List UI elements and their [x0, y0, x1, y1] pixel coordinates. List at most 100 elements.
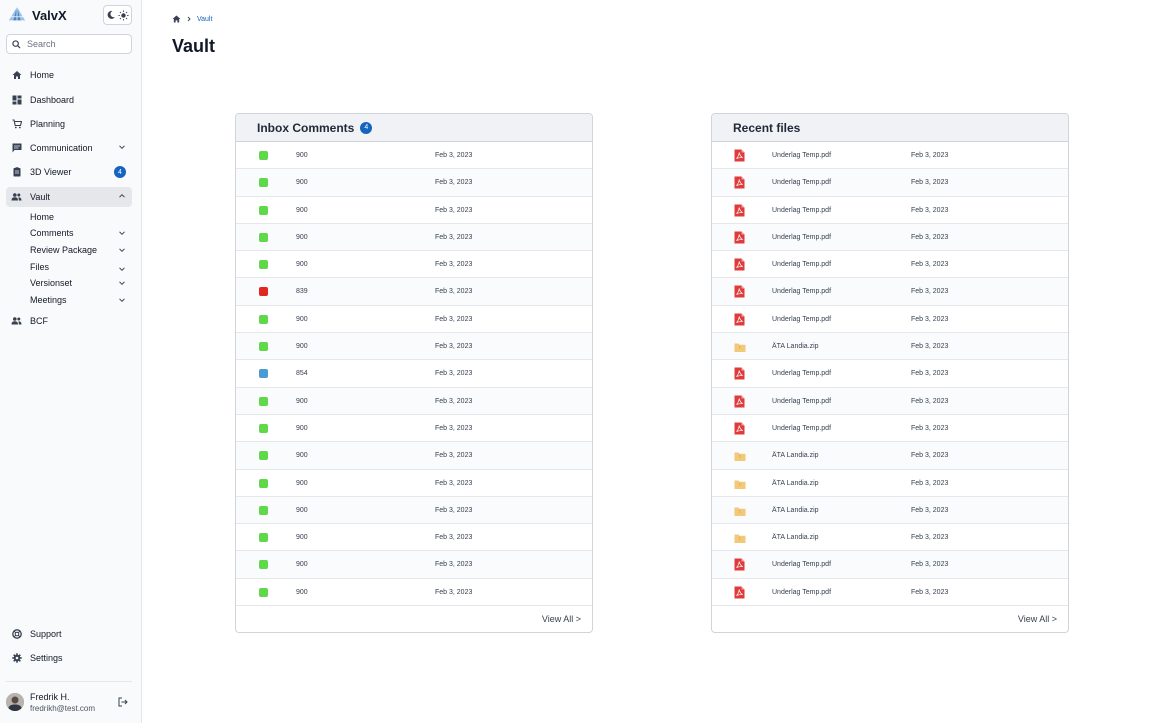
table-row[interactable]: 839 Feb 3, 2023	[236, 278, 592, 306]
table-row[interactable]: 900 Feb 3, 2023	[236, 551, 592, 579]
file-name[interactable]: ÄTA Landia.zip	[772, 534, 819, 541]
status-indicator-icon	[259, 423, 268, 433]
file-name[interactable]: Underlag Temp.pdf	[772, 261, 831, 268]
table-row[interactable]: Underlag Temp.pdf Feb 3, 2023	[712, 387, 1068, 415]
pdf-file-icon	[734, 176, 745, 189]
nav-3d-viewer[interactable]: 3D Viewer 4	[6, 162, 132, 182]
vault-sub-meetings[interactable]: Meetings	[30, 293, 132, 307]
table-row[interactable]: 900 Feb 3, 2023	[236, 169, 592, 197]
table-row[interactable]: Underlag Temp.pdf Feb 3, 2023	[712, 551, 1068, 579]
comment-code: 854	[296, 370, 308, 378]
file-name[interactable]: ÄTA Landia.zip	[772, 343, 819, 350]
table-row[interactable]: 900 Feb 3, 2023	[236, 306, 592, 334]
table-row[interactable]: 900 Feb 3, 2023	[236, 333, 592, 361]
logout-icon[interactable]	[118, 697, 128, 707]
file-name[interactable]: ÄTA Landia.zip	[772, 507, 819, 514]
file-name[interactable]: Underlag Temp.pdf	[772, 288, 831, 295]
table-row[interactable]: Underlag Temp.pdf Feb 3, 2023	[712, 360, 1068, 388]
breadcrumb-current[interactable]: Vault	[197, 16, 212, 23]
file-date: Feb 3, 2023	[911, 288, 949, 296]
table-row[interactable]: ÄTA Landia.zip Feb 3, 2023	[712, 470, 1068, 497]
status-indicator-icon	[259, 451, 268, 461]
user-name: Fredrik H.	[30, 692, 70, 702]
status-indicator-icon	[259, 505, 268, 515]
pdf-file-icon	[734, 204, 745, 217]
file-name[interactable]: Underlag Temp.pdf	[772, 207, 831, 214]
file-name[interactable]: Underlag Temp.pdf	[772, 425, 831, 432]
comment-code: 900	[296, 506, 308, 514]
search-input[interactable]	[27, 39, 117, 49]
vault-sub-review-package[interactable]: Review Package	[30, 243, 132, 257]
table-row[interactable]: 854 Feb 3, 2023	[236, 360, 592, 388]
comment-date: Feb 3, 2023	[435, 233, 473, 241]
nav-home-label: Home	[30, 70, 55, 80]
vault-sub-home[interactable]: Home	[30, 210, 132, 224]
file-name[interactable]: Underlag Temp.pdf	[772, 152, 831, 159]
table-row[interactable]: 900 Feb 3, 2023	[236, 524, 592, 552]
file-name[interactable]: ÄTA Landia.zip	[772, 452, 819, 459]
table-row[interactable]: 900 Feb 3, 2023	[236, 251, 592, 279]
table-row[interactable]: Underlag Temp.pdf Feb 3, 2023	[712, 223, 1068, 252]
file-name[interactable]: Underlag Temp.pdf	[772, 316, 831, 323]
comment-code: 900	[296, 534, 308, 542]
file-name[interactable]: Underlag Temp.pdf	[772, 370, 831, 377]
breadcrumb: Vault	[172, 15, 212, 23]
vault-sub-comments-label: Comments	[30, 228, 74, 238]
inbox-view-all-link[interactable]: View All >	[542, 614, 581, 624]
table-row[interactable]: Underlag Temp.pdf Feb 3, 2023	[712, 415, 1068, 443]
file-date: Feb 3, 2023	[911, 233, 949, 241]
table-row[interactable]: Underlag Temp.pdf Feb 3, 2023	[712, 251, 1068, 279]
table-row[interactable]: 900 Feb 3, 2023	[236, 579, 592, 607]
nav-communication[interactable]: Communication	[6, 138, 132, 158]
pdf-file-icon	[734, 285, 745, 298]
nav-bcf[interactable]: BCF	[6, 311, 132, 331]
table-row[interactable]: 900 Feb 3, 2023	[236, 470, 592, 497]
vault-sub-versionset[interactable]: Versionset	[30, 276, 132, 290]
table-row[interactable]: Underlag Temp.pdf Feb 3, 2023	[712, 278, 1068, 306]
table-row[interactable]: 900 Feb 3, 2023	[236, 387, 592, 415]
file-name[interactable]: Underlag Temp.pdf	[772, 561, 831, 568]
brand[interactable]: ValvX	[8, 6, 67, 24]
table-row[interactable]: 900 Feb 3, 2023	[236, 442, 592, 470]
comment-date: Feb 3, 2023	[435, 506, 473, 514]
comment-date: Feb 3, 2023	[435, 424, 473, 432]
nav-vault[interactable]: Vault	[6, 187, 132, 207]
table-row[interactable]: 900 Feb 3, 2023	[236, 496, 592, 525]
nav-planning[interactable]: Planning	[6, 114, 132, 134]
file-name[interactable]: Underlag Temp.pdf	[772, 179, 831, 186]
user-profile[interactable]: Fredrik H. fredrikh@test.com	[6, 690, 132, 716]
home-icon[interactable]	[172, 15, 181, 23]
nav-3d-viewer-label: 3D Viewer	[30, 167, 72, 177]
table-row[interactable]: Underlag Temp.pdf Feb 3, 2023	[712, 197, 1068, 224]
file-name[interactable]: ÄTA Landia.zip	[772, 480, 819, 487]
table-row[interactable]: ÄTA Landia.zip Feb 3, 2023	[712, 442, 1068, 470]
recent-view-all-link[interactable]: View All >	[1018, 614, 1057, 624]
theme-toggle[interactable]	[103, 5, 132, 25]
comment-code: 900	[296, 452, 308, 460]
table-row[interactable]: Underlag Temp.pdf Feb 3, 2023	[712, 579, 1068, 607]
vault-sub-comments[interactable]: Comments	[30, 226, 132, 240]
comment-date: Feb 3, 2023	[435, 261, 473, 269]
table-row[interactable]: 900 Feb 3, 2023	[236, 415, 592, 443]
nav-dashboard-label: Dashboard	[30, 95, 75, 105]
table-row[interactable]: 900 Feb 3, 2023	[236, 197, 592, 224]
file-name[interactable]: Underlag Temp.pdf	[772, 589, 831, 596]
chevron-down-icon	[119, 248, 125, 253]
table-row[interactable]: ÄTA Landia.zip Feb 3, 2023	[712, 524, 1068, 552]
table-row[interactable]: Underlag Temp.pdf Feb 3, 2023	[712, 142, 1068, 170]
file-name[interactable]: Underlag Temp.pdf	[772, 398, 831, 405]
nav-support[interactable]: Support	[6, 624, 132, 644]
comment-code: 900	[296, 397, 308, 405]
table-row[interactable]: Underlag Temp.pdf Feb 3, 2023	[712, 169, 1068, 197]
table-row[interactable]: Underlag Temp.pdf Feb 3, 2023	[712, 306, 1068, 334]
table-row[interactable]: 900 Feb 3, 2023	[236, 142, 592, 170]
nav-settings[interactable]: Settings	[6, 648, 132, 668]
table-row[interactable]: 900 Feb 3, 2023	[236, 223, 592, 252]
table-row[interactable]: ÄTA Landia.zip Feb 3, 2023	[712, 333, 1068, 361]
nav-home[interactable]: Home	[6, 65, 132, 85]
nav-dashboard[interactable]: Dashboard	[6, 90, 132, 110]
vault-sub-files[interactable]: Files	[30, 260, 132, 274]
home-icon	[11, 70, 22, 81]
file-name[interactable]: Underlag Temp.pdf	[772, 234, 831, 241]
table-row[interactable]: ÄTA Landia.zip Feb 3, 2023	[712, 496, 1068, 525]
